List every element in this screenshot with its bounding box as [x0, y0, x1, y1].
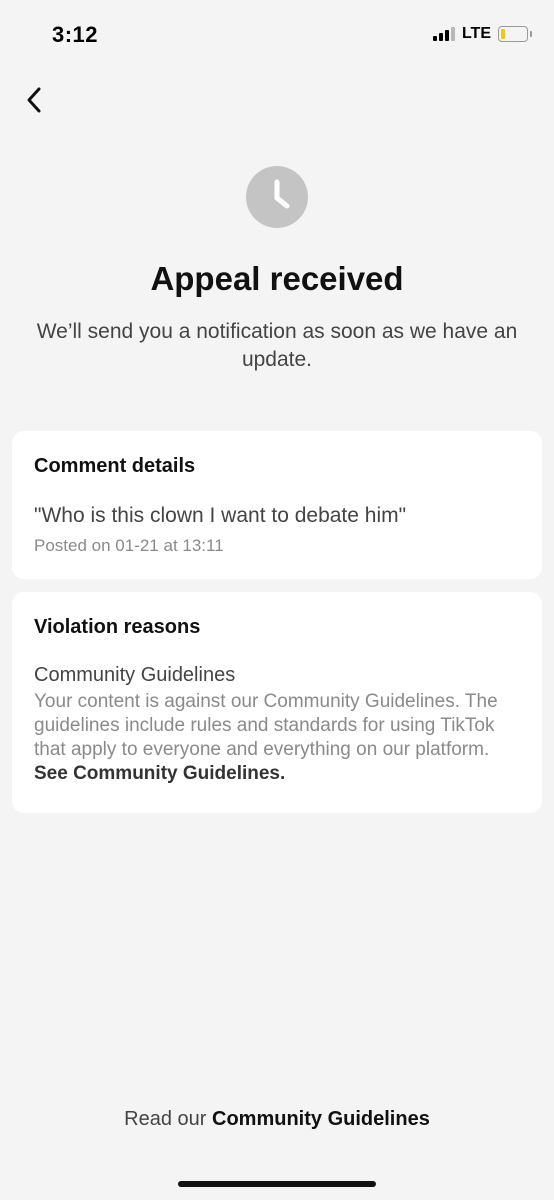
- status-time: 3:12: [52, 22, 99, 47]
- battery-icon: [498, 26, 532, 42]
- violation-reasons-title: Violation reasons: [34, 616, 201, 638]
- status-bar: 3:12 LTE: [0, 0, 554, 72]
- violation-description: Your content is against our Community Gu…: [34, 690, 520, 786]
- clock-icon: [246, 166, 308, 228]
- comment-text: "Who is this clown I want to debate him": [34, 504, 407, 527]
- violation-reason-name: Community Guidelines: [34, 664, 236, 686]
- community-guidelines-link[interactable]: Community Guidelines: [212, 1108, 430, 1130]
- status-indicators: LTE: [432, 25, 532, 43]
- chevron-left-icon: [27, 87, 41, 113]
- comment-details-title: Comment details: [34, 455, 196, 477]
- comment-details-card: Comment details "Who is this clown I wan…: [12, 431, 542, 579]
- home-indicator[interactable]: [178, 1181, 376, 1187]
- see-community-guidelines-link[interactable]: See Community Guidelines.: [34, 763, 285, 784]
- comment-posted-date: Posted on 01-21 at 13:11: [34, 536, 224, 555]
- page-subtitle: We’ll send you a notification as soon as…: [36, 320, 518, 371]
- violation-description-text: Your content is against our Community Gu…: [34, 691, 498, 760]
- back-button[interactable]: [16, 82, 52, 118]
- network-type: LTE: [461, 25, 491, 42]
- footer-prefix: Read our: [124, 1108, 207, 1130]
- violation-reasons-card: Violation reasons Community Guidelines Y…: [12, 592, 542, 813]
- footer: Read our Community Guidelines: [0, 1108, 554, 1131]
- appeal-screen: 3:12 LTE Appeal received We’ll send you …: [0, 0, 554, 1200]
- signal-strength-icon: [432, 27, 455, 41]
- battery-level: [501, 29, 505, 39]
- page-title: Appeal received: [150, 260, 404, 297]
